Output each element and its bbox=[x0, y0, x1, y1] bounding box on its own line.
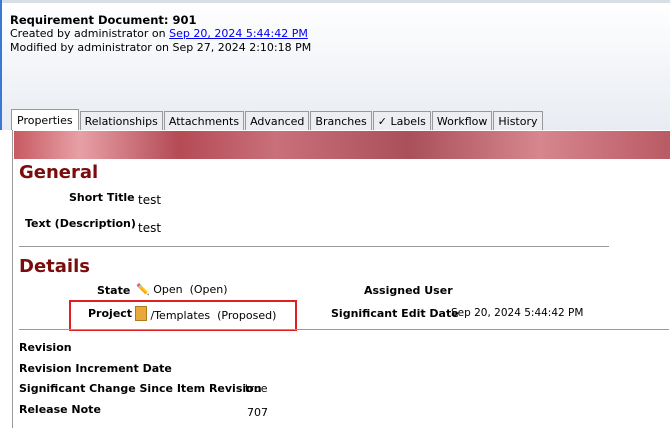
document-title: Requirement Document: 901 bbox=[10, 13, 197, 27]
general-heading: General bbox=[19, 162, 99, 183]
state-label: State bbox=[97, 284, 131, 297]
created-date-link[interactable]: Sep 20, 2024 5:44:42 PM bbox=[169, 27, 308, 40]
project-text[interactable]: /Templates bbox=[151, 309, 211, 322]
sig-edit-value: Sep 20, 2024 5:44:42 PM bbox=[451, 307, 584, 319]
pencil-icon: ✏️ bbox=[136, 283, 150, 296]
revision-label: Revision bbox=[19, 341, 72, 354]
banner-image bbox=[14, 131, 670, 159]
tab-bar: Properties Relationships Attachments Adv… bbox=[11, 109, 544, 130]
modified-info: Modified by administrator on Sep 27, 202… bbox=[10, 41, 312, 54]
state-paren: (Open) bbox=[189, 283, 228, 296]
project-label: Project bbox=[88, 307, 133, 320]
tab-history[interactable]: History bbox=[493, 111, 543, 130]
short-title-value: test bbox=[138, 193, 162, 207]
tab-labels[interactable]: ✓ Labels bbox=[372, 111, 431, 130]
assigned-user-label: Assigned User bbox=[364, 284, 453, 297]
tab-advanced[interactable]: Advanced bbox=[245, 111, 310, 130]
divider bbox=[19, 246, 609, 247]
top-bar bbox=[2, 0, 670, 3]
project-paren: (Proposed) bbox=[217, 309, 277, 322]
rev-inc-label: Revision Increment Date bbox=[19, 362, 172, 375]
project-folder-icon bbox=[135, 306, 147, 321]
properties-panel: General Short Title test Text (Descripti… bbox=[12, 130, 670, 428]
text-value: test bbox=[138, 221, 162, 235]
sig-change-value: true bbox=[245, 382, 268, 395]
created-info: Created by administrator on Sep 20, 2024… bbox=[10, 27, 308, 40]
state-value: ✏️ Open (Open) bbox=[136, 283, 228, 296]
sig-change-label: Significant Change Since Item Revision bbox=[19, 382, 262, 395]
project-value: /Templates (Proposed) bbox=[135, 306, 276, 322]
release-note-label: Release Note bbox=[19, 403, 101, 416]
tab-attachments[interactable]: Attachments bbox=[163, 111, 245, 130]
tab-workflow[interactable]: Workflow bbox=[431, 111, 493, 130]
text-label: Text (Description) bbox=[25, 217, 136, 230]
created-prefix: Created by administrator on bbox=[10, 27, 170, 40]
sig-edit-label: Significant Edit Date bbox=[331, 307, 459, 320]
release-note-value: 707 bbox=[247, 406, 268, 419]
tab-properties[interactable]: Properties bbox=[11, 109, 79, 130]
details-heading: Details bbox=[19, 256, 90, 277]
tab-branches[interactable]: Branches bbox=[310, 111, 372, 130]
short-title-label: Short Title bbox=[69, 191, 135, 204]
divider bbox=[19, 329, 669, 330]
state-text: Open bbox=[153, 283, 183, 296]
tab-relationships[interactable]: Relationships bbox=[79, 111, 163, 130]
